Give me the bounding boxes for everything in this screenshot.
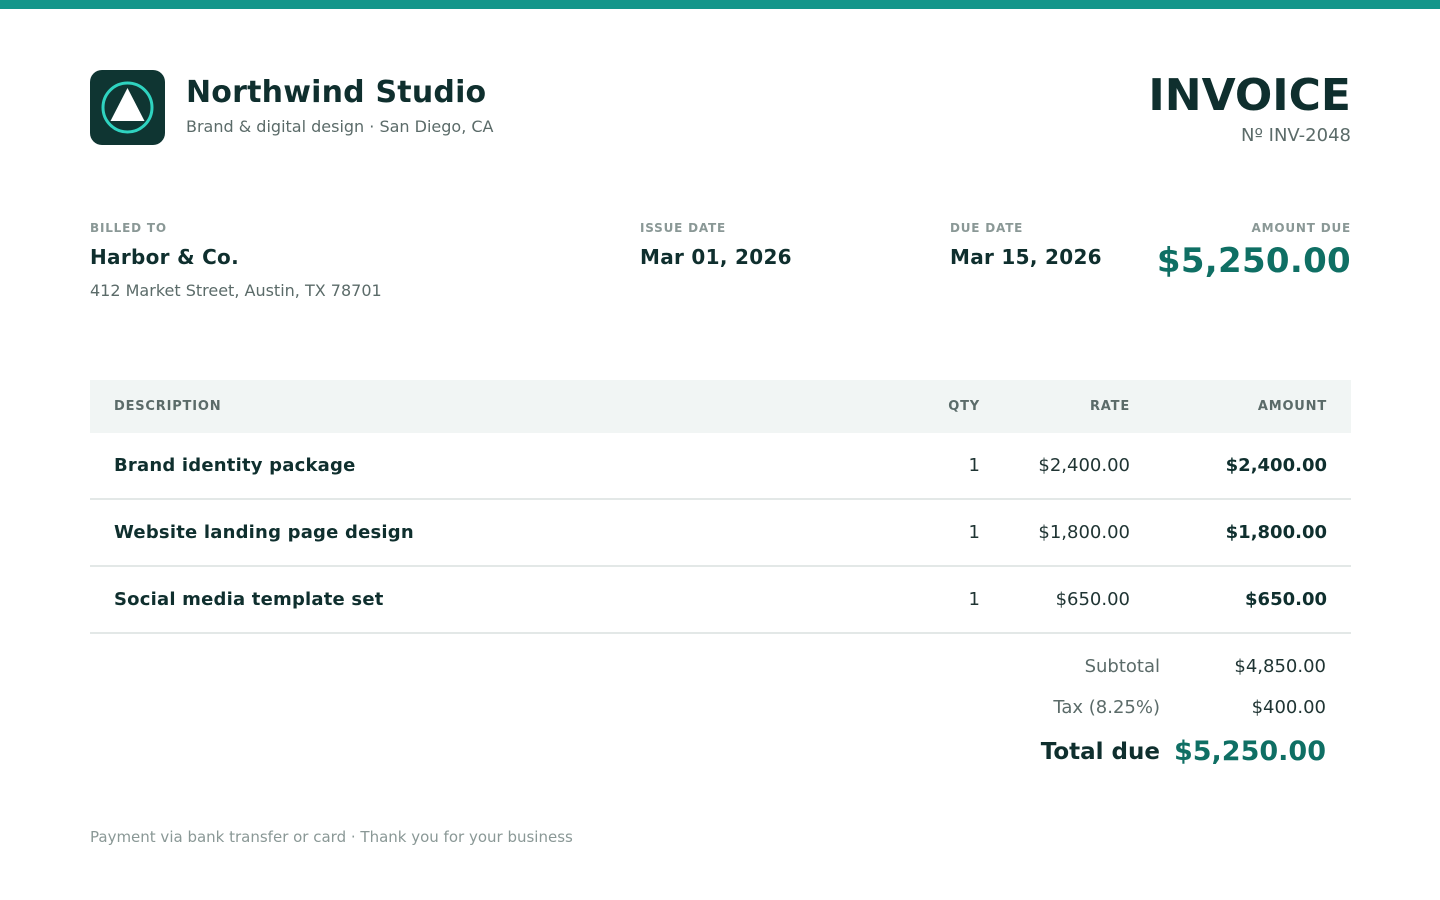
billed-to-label: BILLED TO — [90, 221, 167, 235]
item-amount: $1,800.00 — [1225, 522, 1327, 543]
brand-tagline: Brand & digital design · San Diego, CA — [186, 116, 494, 136]
item-description: Website landing page design — [114, 522, 414, 543]
amount-due-label: AMOUNT DUE — [1251, 221, 1351, 235]
billed-to-block: BILLED TO Harbor & Co. 412 Market Street… — [90, 221, 382, 300]
subtotal-label: Subtotal — [1084, 656, 1160, 677]
table-row: Social media template set 1 $650.00 $650… — [90, 567, 1351, 634]
total-due-label: Total due — [1040, 738, 1160, 765]
table-header: DESCRIPTION QTY RATE AMOUNT — [90, 380, 1351, 433]
totals-block: Subtotal $4,850.00 Tax (8.25%) $400.00 T… — [860, 656, 1326, 767]
invoice-title: INVOICE — [1148, 70, 1351, 121]
due-date-block: DUE DATE Mar 15, 2026 — [950, 221, 1102, 269]
subtotal-row: Subtotal $4,850.00 — [860, 656, 1326, 677]
total-due-row: Total due $5,250.00 — [860, 736, 1326, 767]
header-rate: RATE — [1089, 399, 1130, 414]
issue-date-block: ISSUE DATE Mar 01, 2026 — [640, 221, 792, 269]
table-row: Brand identity package 1 $2,400.00 $2,40… — [90, 433, 1351, 500]
item-qty: 1 — [968, 455, 980, 476]
invoice-page: Northwind Studio Brand & digital design … — [90, 0, 1351, 900]
due-date-label: DUE DATE — [950, 221, 1024, 235]
item-rate: $650.00 — [1055, 589, 1130, 610]
header-qty: QTY — [948, 399, 980, 414]
issue-date-value: Mar 01, 2026 — [640, 245, 792, 269]
table-row: Website landing page design 1 $1,800.00 … — [90, 500, 1351, 567]
total-due-value: $5,250.00 — [1173, 736, 1326, 767]
footer-note: Payment via bank transfer or card · Than… — [90, 828, 573, 846]
subtotal-value: $4,850.00 — [1234, 656, 1326, 677]
issue-date-label: ISSUE DATE — [640, 221, 727, 235]
item-qty: 1 — [968, 522, 980, 543]
item-rate: $1,800.00 — [1038, 522, 1130, 543]
item-description: Brand identity package — [114, 455, 356, 476]
client-name: Harbor & Co. — [90, 245, 240, 269]
brand-text: Northwind Studio Brand & digital design … — [186, 76, 493, 136]
line-items-table: DESCRIPTION QTY RATE AMOUNT Brand identi… — [90, 380, 1351, 634]
item-amount: $2,400.00 — [1225, 455, 1327, 476]
brand-header: Northwind Studio Brand & digital design … — [90, 70, 493, 145]
amount-due-value: $5,250.00 — [1156, 241, 1351, 281]
item-rate: $2,400.00 — [1038, 455, 1130, 476]
invoice-header: INVOICE Nº INV-2048 — [1148, 70, 1351, 147]
item-qty: 1 — [968, 589, 980, 610]
client-address: 412 Market Street, Austin, TX 78701 — [90, 281, 382, 300]
tax-label: Tax (8.25%) — [1053, 697, 1160, 718]
header-description: DESCRIPTION — [114, 399, 222, 414]
brand-name: Northwind Studio — [186, 75, 487, 111]
invoice-number: Nº INV-2048 — [1240, 125, 1351, 147]
tax-value: $400.00 — [1251, 697, 1326, 718]
triangle-ring-logo-icon — [90, 70, 165, 145]
item-amount: $650.00 — [1245, 589, 1327, 610]
amount-due-block: AMOUNT DUE $5,250.00 — [1157, 221, 1351, 281]
item-description: Social media template set — [114, 589, 384, 610]
header-amount: AMOUNT — [1257, 399, 1327, 414]
due-date-value: Mar 15, 2026 — [950, 245, 1102, 269]
tax-row: Tax (8.25%) $400.00 — [860, 697, 1326, 718]
